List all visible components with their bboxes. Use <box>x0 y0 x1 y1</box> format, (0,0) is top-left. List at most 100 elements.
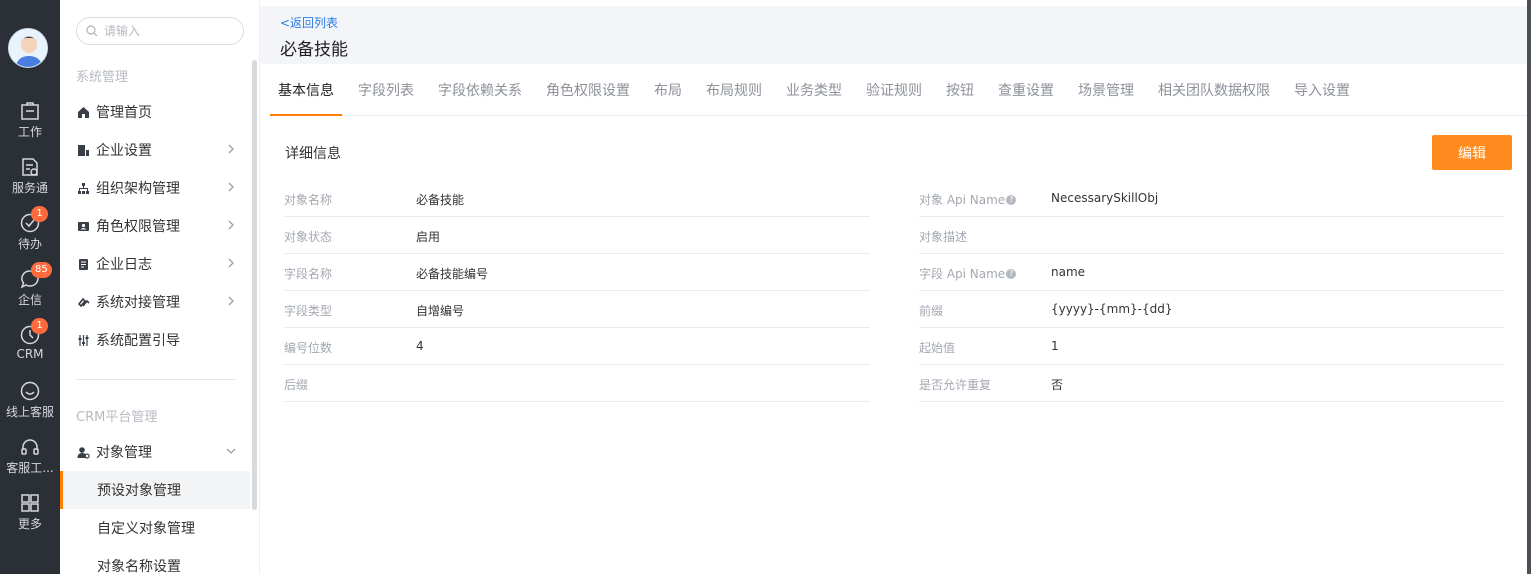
field-label-text: 字段 Api Name <box>919 267 1006 281</box>
tab-scene-mgmt[interactable]: 场景管理 <box>1070 66 1142 116</box>
detail-row: 对象状态 启用 <box>284 217 870 254</box>
search-input[interactable] <box>104 24 234 38</box>
chat-badge: 85 <box>31 262 52 278</box>
sidebar-item-object-mgmt[interactable]: 对象管理 <box>60 433 250 471</box>
tab-basic-info[interactable]: 基本信息 <box>270 66 342 116</box>
chevron-down-icon <box>226 448 236 454</box>
todo-badge: 1 <box>31 206 48 222</box>
detail-row: 前缀 {yyyy}-{mm}-{dd} <box>919 291 1504 328</box>
detail-row: 对象 Api Name? NecessarySkillObj <box>919 180 1504 217</box>
sidebar-item-org[interactable]: 组织架构管理 <box>60 169 250 207</box>
online-service-icon <box>20 381 40 401</box>
detail-left-column: 对象名称 必备技能 对象状态 启用 字段名称 必备技能编号 字段类型 自增编号 编号位数… <box>284 180 870 402</box>
rail-label: 服务通 <box>11 181 48 195</box>
field-value: NecessarySkillObj <box>1051 191 1159 205</box>
field-value: 否 <box>1051 378 1064 392</box>
home-icon <box>76 105 90 119</box>
search-box[interactable] <box>76 17 244 45</box>
detail-row: 后缀 <box>284 365 870 402</box>
rail-chat[interactable]: 85 企信 <box>0 262 60 320</box>
sidebar-item-label: 角色权限管理 <box>96 219 180 235</box>
sidebar-divider <box>76 379 236 380</box>
detail-row: 起始值 1 <box>919 328 1504 365</box>
detail-row: 是否允许重复 否 <box>919 365 1504 402</box>
rail-label: 工作 <box>17 125 42 139</box>
field-label: 前缀 <box>919 304 944 318</box>
sidebar-item-label: 系统配置引导 <box>96 333 180 349</box>
rail-service[interactable]: 服务通 <box>0 156 60 208</box>
rail-work[interactable]: 工作 <box>0 100 60 152</box>
rail-online-service[interactable]: 线上客服 <box>0 380 60 432</box>
tab-buttons[interactable]: 按钮 <box>938 66 982 116</box>
field-value: 4 <box>416 339 424 353</box>
detail-right-column: 对象 Api Name? NecessarySkillObj 对象描述 字段 Ap… <box>919 180 1504 402</box>
sidebar-item-label: 对象管理 <box>96 445 152 461</box>
sidebar-item-label: 系统对接管理 <box>96 295 180 311</box>
field-value: {yyyy}-{mm}-{dd} <box>1051 302 1173 316</box>
chevron-right-icon <box>228 296 234 306</box>
sidebar-item-home[interactable]: 管理首页 <box>60 93 250 131</box>
field-label: 编号位数 <box>284 341 333 355</box>
field-value: 1 <box>1051 339 1059 353</box>
detail-section-title: 详细信息 <box>285 146 341 162</box>
crm-badge: 1 <box>31 318 48 334</box>
field-label: 字段类型 <box>284 304 333 318</box>
tab-business-types[interactable]: 业务类型 <box>778 66 850 116</box>
help-icon[interactable]: ? <box>1006 194 1017 205</box>
chevron-right-icon <box>228 182 234 192</box>
field-label: 起始值 <box>919 341 956 355</box>
config-icon <box>76 333 90 347</box>
field-value: name <box>1051 265 1086 279</box>
sidebar-item-label: 组织架构管理 <box>96 181 180 197</box>
tab-layout[interactable]: 布局 <box>646 66 690 116</box>
sidebar-item-role[interactable]: 角色权限管理 <box>60 207 250 245</box>
help-icon[interactable]: ? <box>1006 268 1017 279</box>
main-panel: <返回列表 必备技能 基本信息 字段列表 字段依赖关系 角色权限设置 布局 布局… <box>260 0 1528 574</box>
link-icon <box>76 295 90 309</box>
rail-label: 更多 <box>17 517 42 531</box>
sidebar-item-log[interactable]: 企业日志 <box>60 245 250 283</box>
field-label: 后缀 <box>284 378 309 392</box>
sidebar-item-config-guide[interactable]: 系统配置引导 <box>60 321 250 359</box>
rail-more[interactable]: 更多 <box>0 492 60 544</box>
tab-team-data-permissions[interactable]: 相关团队数据权限 <box>1150 66 1278 116</box>
org-icon <box>76 181 90 195</box>
log-icon <box>76 257 90 271</box>
rail-label: 企信 <box>17 293 42 307</box>
search-icon <box>86 25 98 37</box>
avatar[interactable] <box>8 28 48 68</box>
edit-button[interactable]: 编辑 <box>1432 135 1512 170</box>
rail-todo[interactable]: 1 待办 <box>0 206 60 264</box>
detail-row: 字段 Api Name? name <box>919 254 1504 291</box>
tab-bar: 基本信息 字段列表 字段依赖关系 角色权限设置 布局 布局规则 业务类型 验证规… <box>270 66 1528 116</box>
field-label: 字段名称 <box>284 267 333 281</box>
rail-headset[interactable]: 客服工... <box>0 436 60 488</box>
sidebar-item-integration[interactable]: 系统对接管理 <box>60 283 250 321</box>
headset-icon <box>21 439 39 455</box>
tab-field-dependencies[interactable]: 字段依赖关系 <box>430 66 530 116</box>
rail-label: 客服工... <box>6 461 54 475</box>
sidebar-item-label: 管理首页 <box>96 105 152 121</box>
work-icon <box>21 102 39 120</box>
tab-import-settings[interactable]: 导入设置 <box>1286 66 1358 116</box>
sidebar-item-label: 企业设置 <box>96 143 152 159</box>
tab-duplicate-check[interactable]: 查重设置 <box>990 66 1062 116</box>
tab-role-permissions[interactable]: 角色权限设置 <box>538 66 638 116</box>
tab-layout-rules[interactable]: 布局规则 <box>698 66 770 116</box>
detail-row: 对象名称 必备技能 <box>284 180 870 217</box>
sidebar-subitem-custom-objects[interactable]: 自定义对象管理 <box>60 509 250 547</box>
field-value: 必备技能编号 <box>416 267 489 281</box>
back-to-list-link[interactable]: <返回列表 <box>280 14 338 31</box>
field-label: 对象名称 <box>284 193 333 207</box>
rail-crm[interactable]: 1 CRM <box>0 318 60 376</box>
field-value: 必备技能 <box>416 193 465 207</box>
tab-validation-rules[interactable]: 验证规则 <box>858 66 930 116</box>
sidebar-item-enterprise[interactable]: 企业设置 <box>60 131 250 169</box>
tab-field-list[interactable]: 字段列表 <box>350 66 422 116</box>
sidebar-subitem-preset-objects[interactable]: 预设对象管理 <box>60 471 250 509</box>
sidebar-subitem-object-name-settings[interactable]: 对象名称设置 <box>60 547 250 574</box>
chevron-right-icon <box>228 258 234 268</box>
chevron-right-icon <box>228 220 234 230</box>
field-label: 字段 Api Name? <box>919 265 1017 282</box>
sidebar-scrollbar[interactable] <box>252 60 257 510</box>
